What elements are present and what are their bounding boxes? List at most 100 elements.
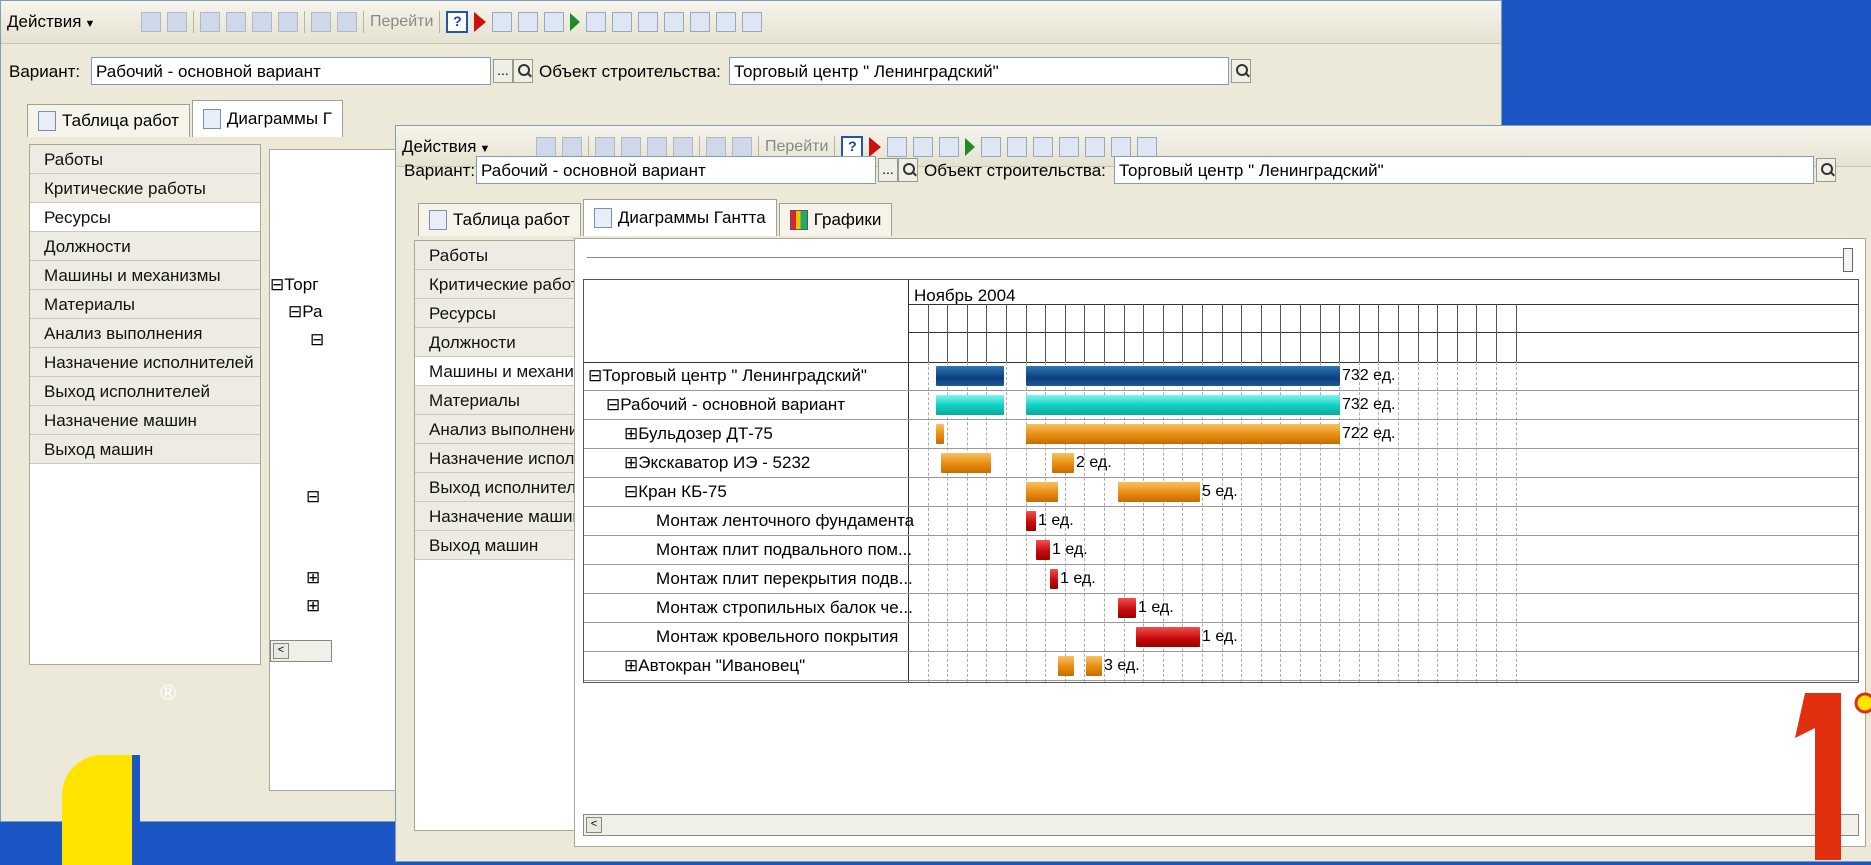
document-icon[interactable] [1007, 137, 1028, 157]
add-icon[interactable] [141, 12, 161, 32]
edit-icon[interactable] [621, 137, 641, 157]
link-icon[interactable] [544, 12, 565, 32]
tab-gantt[interactable]: Диаграммы Гантта [582, 199, 777, 236]
gantt-bar[interactable] [1026, 424, 1340, 444]
document-icon[interactable] [612, 12, 633, 32]
filter-icon[interactable] [311, 12, 331, 32]
nav-item-analysis[interactable]: Анализ выполнения [30, 319, 260, 348]
nav-item-machines-output[interactable]: Выход машин [30, 435, 260, 464]
print-icon[interactable] [1085, 137, 1106, 157]
back-actions-menu[interactable]: Действия ▼ [7, 12, 95, 32]
gantt-row[interactable]: ⊞Бульдозер ДТ-75 722 ед. [584, 420, 1858, 449]
run-icon[interactable] [570, 13, 581, 31]
export-icon[interactable] [716, 12, 737, 32]
nav-item-materials[interactable]: Материалы [30, 290, 260, 319]
level-icon[interactable] [200, 12, 220, 32]
gantt-row[interactable]: ⊟Торговый центр " Ленинградский" 732 ед. [584, 362, 1858, 391]
gantt-bar[interactable] [936, 424, 944, 444]
gantt-bar[interactable] [1026, 511, 1036, 531]
gantt-row[interactable]: Монтаж плит подвального пом... 1 ед. [584, 536, 1858, 565]
tab-gantt[interactable]: Диаграммы Г [191, 100, 344, 137]
tab-works-table[interactable]: Таблица работ [27, 104, 190, 137]
list-icon[interactable] [638, 12, 659, 32]
import-icon[interactable] [742, 12, 763, 32]
gantt-bar[interactable] [1026, 482, 1058, 502]
gantt-row[interactable]: ⊟Кран КБ-75 5 ед. [584, 478, 1858, 507]
gantt-bar[interactable] [1118, 482, 1200, 502]
edit-icon[interactable] [226, 12, 246, 32]
gantt-row[interactable]: Монтаж ленточного фундамента 1 ед. [584, 507, 1858, 536]
gantt-row[interactable]: Монтаж плит перекрытия подв... 1 ед. [584, 565, 1858, 594]
delete-icon[interactable] [647, 137, 667, 157]
nav-item-positions[interactable]: Должности [30, 232, 260, 261]
undo-icon[interactable] [673, 137, 693, 157]
tab-works-table[interactable]: Таблица работ [418, 203, 581, 236]
nav-item-works[interactable]: Работы [30, 145, 260, 174]
tab-charts[interactable]: Графики [778, 203, 893, 236]
object-field[interactable]: Торговый центр " Ленинградский" [729, 57, 1229, 85]
critical-path-icon[interactable] [869, 137, 882, 157]
table-icon[interactable] [1059, 137, 1080, 157]
copy-icon[interactable] [167, 12, 187, 32]
sort-icon[interactable] [732, 137, 752, 157]
gantt-bar[interactable] [1136, 627, 1200, 647]
gantt-row[interactable]: Монтаж кровельного покрытия 1 ед. [584, 623, 1858, 652]
undo-icon[interactable] [278, 12, 298, 32]
variant-field[interactable]: Рабочий - основной вариант [476, 156, 876, 184]
gantt-bar[interactable] [1052, 453, 1074, 473]
horizontal-scrollbar[interactable]: < [583, 814, 1859, 836]
nav-item-assign-machines[interactable]: Назначение машин [30, 406, 260, 435]
print-icon[interactable] [690, 12, 711, 32]
gantt-bar[interactable] [1118, 598, 1136, 618]
list-icon[interactable] [1033, 137, 1054, 157]
object-field[interactable]: Торговый центр " Ленинградский" [1114, 156, 1814, 184]
copy-icon[interactable] [562, 137, 582, 157]
actions-menu[interactable]: Действия ▼ [402, 137, 490, 157]
help-icon[interactable]: ? [841, 136, 864, 158]
scroll-left-icon[interactable]: < [586, 817, 602, 833]
move-up-icon[interactable] [887, 137, 908, 157]
gantt-row[interactable]: ⊞Экскаватор ИЭ - 5232 2 ед. [584, 449, 1858, 478]
columns-icon[interactable] [981, 137, 1002, 157]
gantt-row[interactable]: Монтаж стропильных балок че... 1 ед. [584, 594, 1858, 623]
gantt-bar[interactable] [936, 366, 1004, 386]
gantt-bar[interactable] [1036, 540, 1050, 560]
level-icon[interactable] [595, 137, 615, 157]
nav-item-resources[interactable]: Ресурсы [30, 203, 260, 232]
back-scrollbar[interactable]: < [270, 640, 332, 662]
add-icon[interactable] [536, 137, 556, 157]
gantt-bar[interactable] [1026, 366, 1340, 386]
gantt-bar[interactable] [1086, 656, 1102, 676]
export-icon[interactable] [1111, 137, 1132, 157]
sort-icon[interactable] [337, 12, 357, 32]
nav-item-executors-output[interactable]: Выход исполнителей [30, 377, 260, 406]
move-down-icon[interactable] [913, 137, 934, 157]
gantt-bar[interactable] [1026, 395, 1340, 415]
gantt-row[interactable]: ⊟Рабочий - основной вариант 732 ед. [584, 391, 1858, 420]
variant-search-icon[interactable] [513, 59, 533, 83]
nav-item-assign-executors[interactable]: Назначение исполнителей [30, 348, 260, 377]
object-search-icon[interactable] [1816, 158, 1836, 182]
import-icon[interactable] [1137, 137, 1158, 157]
critical-path-icon[interactable] [474, 12, 487, 32]
slider-thumb[interactable] [1843, 248, 1853, 272]
table-icon[interactable] [664, 12, 685, 32]
columns-icon[interactable] [586, 12, 607, 32]
gantt-bar[interactable] [1050, 569, 1058, 589]
goto-menu[interactable]: Перейти [765, 138, 828, 156]
link-icon[interactable] [939, 137, 960, 157]
move-down-icon[interactable] [518, 12, 539, 32]
nav-item-machines[interactable]: Машины и механизмы [30, 261, 260, 290]
back-goto-menu[interactable]: Перейти [370, 13, 433, 31]
gantt-bar[interactable] [941, 453, 991, 473]
gantt-bar[interactable] [936, 395, 1004, 415]
object-search-icon[interactable] [1231, 59, 1251, 83]
filter-icon[interactable] [706, 137, 726, 157]
gantt-row[interactable]: ⊞Автокран "Ивановец" 3 ед. [584, 652, 1858, 681]
variant-search-icon[interactable] [898, 158, 918, 182]
variant-select-button[interactable]: ... [878, 158, 898, 182]
move-up-icon[interactable] [492, 12, 513, 32]
timescale-slider[interactable] [587, 257, 1843, 262]
nav-item-critical-works[interactable]: Критические работы [30, 174, 260, 203]
variant-field[interactable]: Рабочий - основной вариант [91, 57, 491, 85]
